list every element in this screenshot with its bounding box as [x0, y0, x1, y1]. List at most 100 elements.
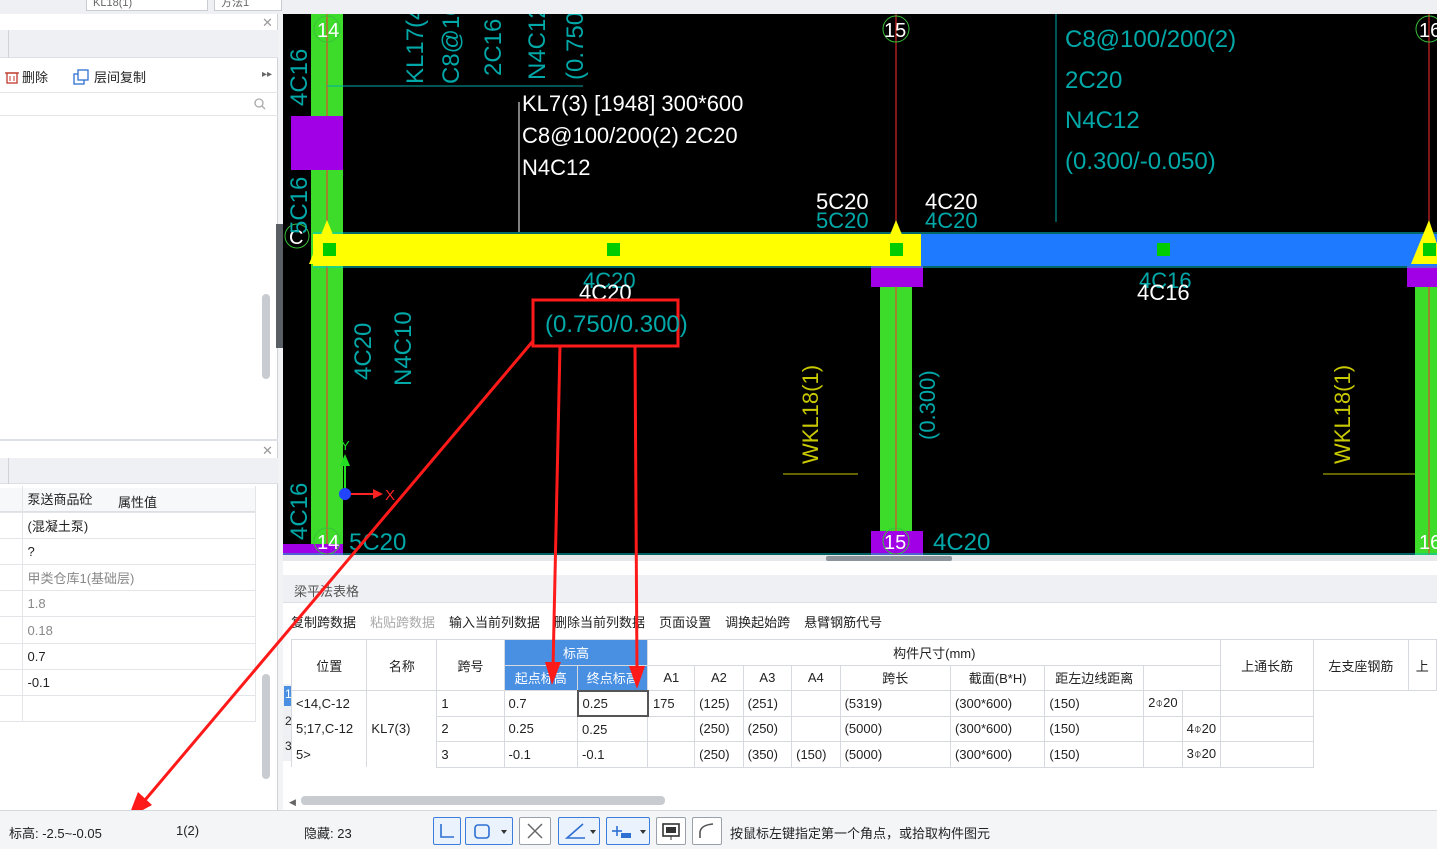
sec-cell[interactable]: (300*600): [949, 690, 1046, 717]
floor-copy-button[interactable]: 层间复制: [73, 67, 146, 86]
props-value[interactable]: 甲类仓库1(基础层): [22, 564, 256, 592]
name-cell[interactable]: [366, 690, 438, 716]
a4-cell[interactable]: [791, 690, 841, 717]
top-cell[interactable]: [1143, 741, 1183, 768]
table-toolbar-button[interactable]: 页面设置: [659, 612, 711, 631]
props-value[interactable]: (混凝土泵): [22, 512, 256, 539]
cad-drawing[interactable]: 14 15 16 C 14 15 16 KL7(3) [1948] 300*60…: [283, 14, 1437, 555]
seat-cell[interactable]: 3⌽20: [1181, 741, 1222, 768]
snap-button[interactable]: [606, 817, 650, 845]
scrollbar[interactable]: [262, 674, 270, 779]
start-cell[interactable]: 0.7: [503, 690, 579, 717]
table-toolbar-button[interactable]: 悬臂钢筋代号: [804, 612, 882, 631]
a1-cell[interactable]: 175: [647, 690, 696, 717]
more-cell[interactable]: [1220, 715, 1315, 742]
table-toolbar-button[interactable]: 粘贴跨数据: [370, 612, 435, 631]
expand-icon[interactable]: ▸▸: [262, 69, 272, 80]
sec-cell[interactable]: (300*600): [949, 741, 1046, 768]
a3-cell[interactable]: (350): [742, 741, 793, 768]
horizontal-scrollbar[interactable]: [301, 796, 665, 805]
a3-cell[interactable]: (251): [742, 690, 793, 717]
search-bar[interactable]: [0, 92, 278, 116]
top-cell[interactable]: [1143, 715, 1183, 742]
props-row[interactable]: 甲类仓库1(基础层): [0, 564, 256, 592]
props-value[interactable]: 0.18: [22, 616, 256, 644]
props-value[interactable]: -0.1: [22, 669, 256, 697]
edge-cell[interactable]: (150): [1044, 741, 1145, 768]
delete-button[interactable]: 删除: [5, 67, 48, 86]
arc-button[interactable]: [692, 817, 722, 845]
a1-cell[interactable]: [647, 715, 696, 742]
props-row[interactable]: [0, 695, 256, 723]
grip-point[interactable]: [1157, 243, 1170, 256]
grip-point[interactable]: [607, 243, 620, 256]
close-icon[interactable]: ✕: [262, 444, 273, 458]
edge-cell[interactable]: (150): [1044, 690, 1145, 717]
position-cell[interactable]: 5;17,C-12: [290, 716, 368, 742]
cross-button[interactable]: [519, 817, 551, 845]
len-cell[interactable]: (5319): [839, 690, 951, 717]
span-cell[interactable]: 1: [436, 690, 505, 717]
scroll-left-icon[interactable]: ◀: [289, 797, 296, 808]
props-row[interactable]: -0.1: [0, 669, 256, 697]
tab-method[interactable]: 方法1: [214, 0, 282, 11]
props-value[interactable]: ?: [22, 538, 256, 566]
search-icon[interactable]: [254, 98, 266, 110]
table-row[interactable]: 5;17,C-12 KL7(3) 2 0.25 0.25 (250) (250) (5000)…: [290, 715, 1437, 742]
sec-cell[interactable]: (300*600): [949, 715, 1046, 742]
angle-button[interactable]: [558, 817, 600, 845]
props-row[interactable]: 0.7: [0, 643, 256, 670]
position-cell[interactable]: <14,C-12: [290, 690, 368, 716]
table-toolbar-button[interactable]: 调换起始跨: [725, 612, 790, 631]
select-box-button[interactable]: [465, 817, 513, 845]
a4-cell[interactable]: (150): [791, 741, 841, 768]
grip-point[interactable]: [323, 243, 336, 256]
props-value[interactable]: 0.7: [22, 643, 256, 670]
props-value[interactable]: 泵送商品砼: [22, 486, 256, 513]
beam-kl7-span2[interactable]: [921, 234, 1437, 266]
seat-cell[interactable]: 4⌽20: [1181, 715, 1222, 742]
more-cell[interactable]: [1220, 741, 1315, 768]
a2-cell[interactable]: (125): [694, 690, 744, 717]
a1-cell[interactable]: [647, 741, 696, 768]
ortho-button[interactable]: [433, 817, 461, 845]
end-cell[interactable]: 0.25: [577, 715, 649, 742]
end-cell[interactable]: 0.25: [576, 689, 649, 717]
a3-cell[interactable]: (250): [742, 715, 793, 742]
start-cell[interactable]: 0.25: [503, 715, 579, 742]
len-cell[interactable]: (5000): [839, 715, 951, 742]
table-toolbar-button[interactable]: 输入当前列数据: [449, 612, 540, 631]
more-cell[interactable]: [1220, 690, 1315, 717]
len-cell[interactable]: (5000): [839, 741, 951, 768]
name-cell[interactable]: KL7(3): [366, 716, 438, 742]
table-toolbar-button[interactable]: 复制跨数据: [291, 612, 356, 631]
props-row[interactable]: 1.8: [0, 590, 256, 618]
seat-cell[interactable]: [1181, 690, 1222, 717]
display-button[interactable]: [656, 817, 686, 845]
tab-kl18[interactable]: KL18(1): [86, 0, 208, 11]
props-row[interactable]: 0.18: [0, 616, 256, 644]
props-value[interactable]: [22, 695, 256, 723]
edge-cell[interactable]: (150): [1044, 715, 1145, 742]
joint-14-top[interactable]: [291, 116, 343, 170]
props-row[interactable]: ?: [0, 538, 256, 566]
close-icon[interactable]: ✕: [262, 16, 273, 30]
grip-point[interactable]: [1423, 243, 1436, 256]
table-row[interactable]: 5> 3 -0.1 -0.1 (250) (350) (150) (5000) (300*600…: [290, 741, 1437, 768]
top-cell[interactable]: 2⌽20: [1143, 690, 1183, 717]
table-row[interactable]: <14,C-12 1 0.7 0.25 175 (125) (251) (5319) (300*…: [290, 689, 1437, 717]
end-cell[interactable]: -0.1: [577, 741, 649, 768]
span-cell[interactable]: 3: [436, 741, 505, 768]
table-toolbar-button[interactable]: 删除当前列数据: [554, 612, 645, 631]
column-16[interactable]: [1415, 264, 1437, 555]
props-row[interactable]: 泵送商品砼: [0, 486, 256, 513]
span-cell[interactable]: 2: [436, 715, 505, 742]
start-cell[interactable]: -0.1: [503, 741, 579, 768]
panel-collapse-handle[interactable]: [276, 224, 283, 348]
a2-cell[interactable]: (250): [694, 715, 744, 742]
grip-point[interactable]: [890, 243, 903, 256]
props-row[interactable]: (混凝土泵): [0, 512, 256, 539]
name-cell[interactable]: [366, 741, 438, 767]
position-cell[interactable]: 5>: [290, 741, 368, 767]
a4-cell[interactable]: [791, 715, 841, 742]
